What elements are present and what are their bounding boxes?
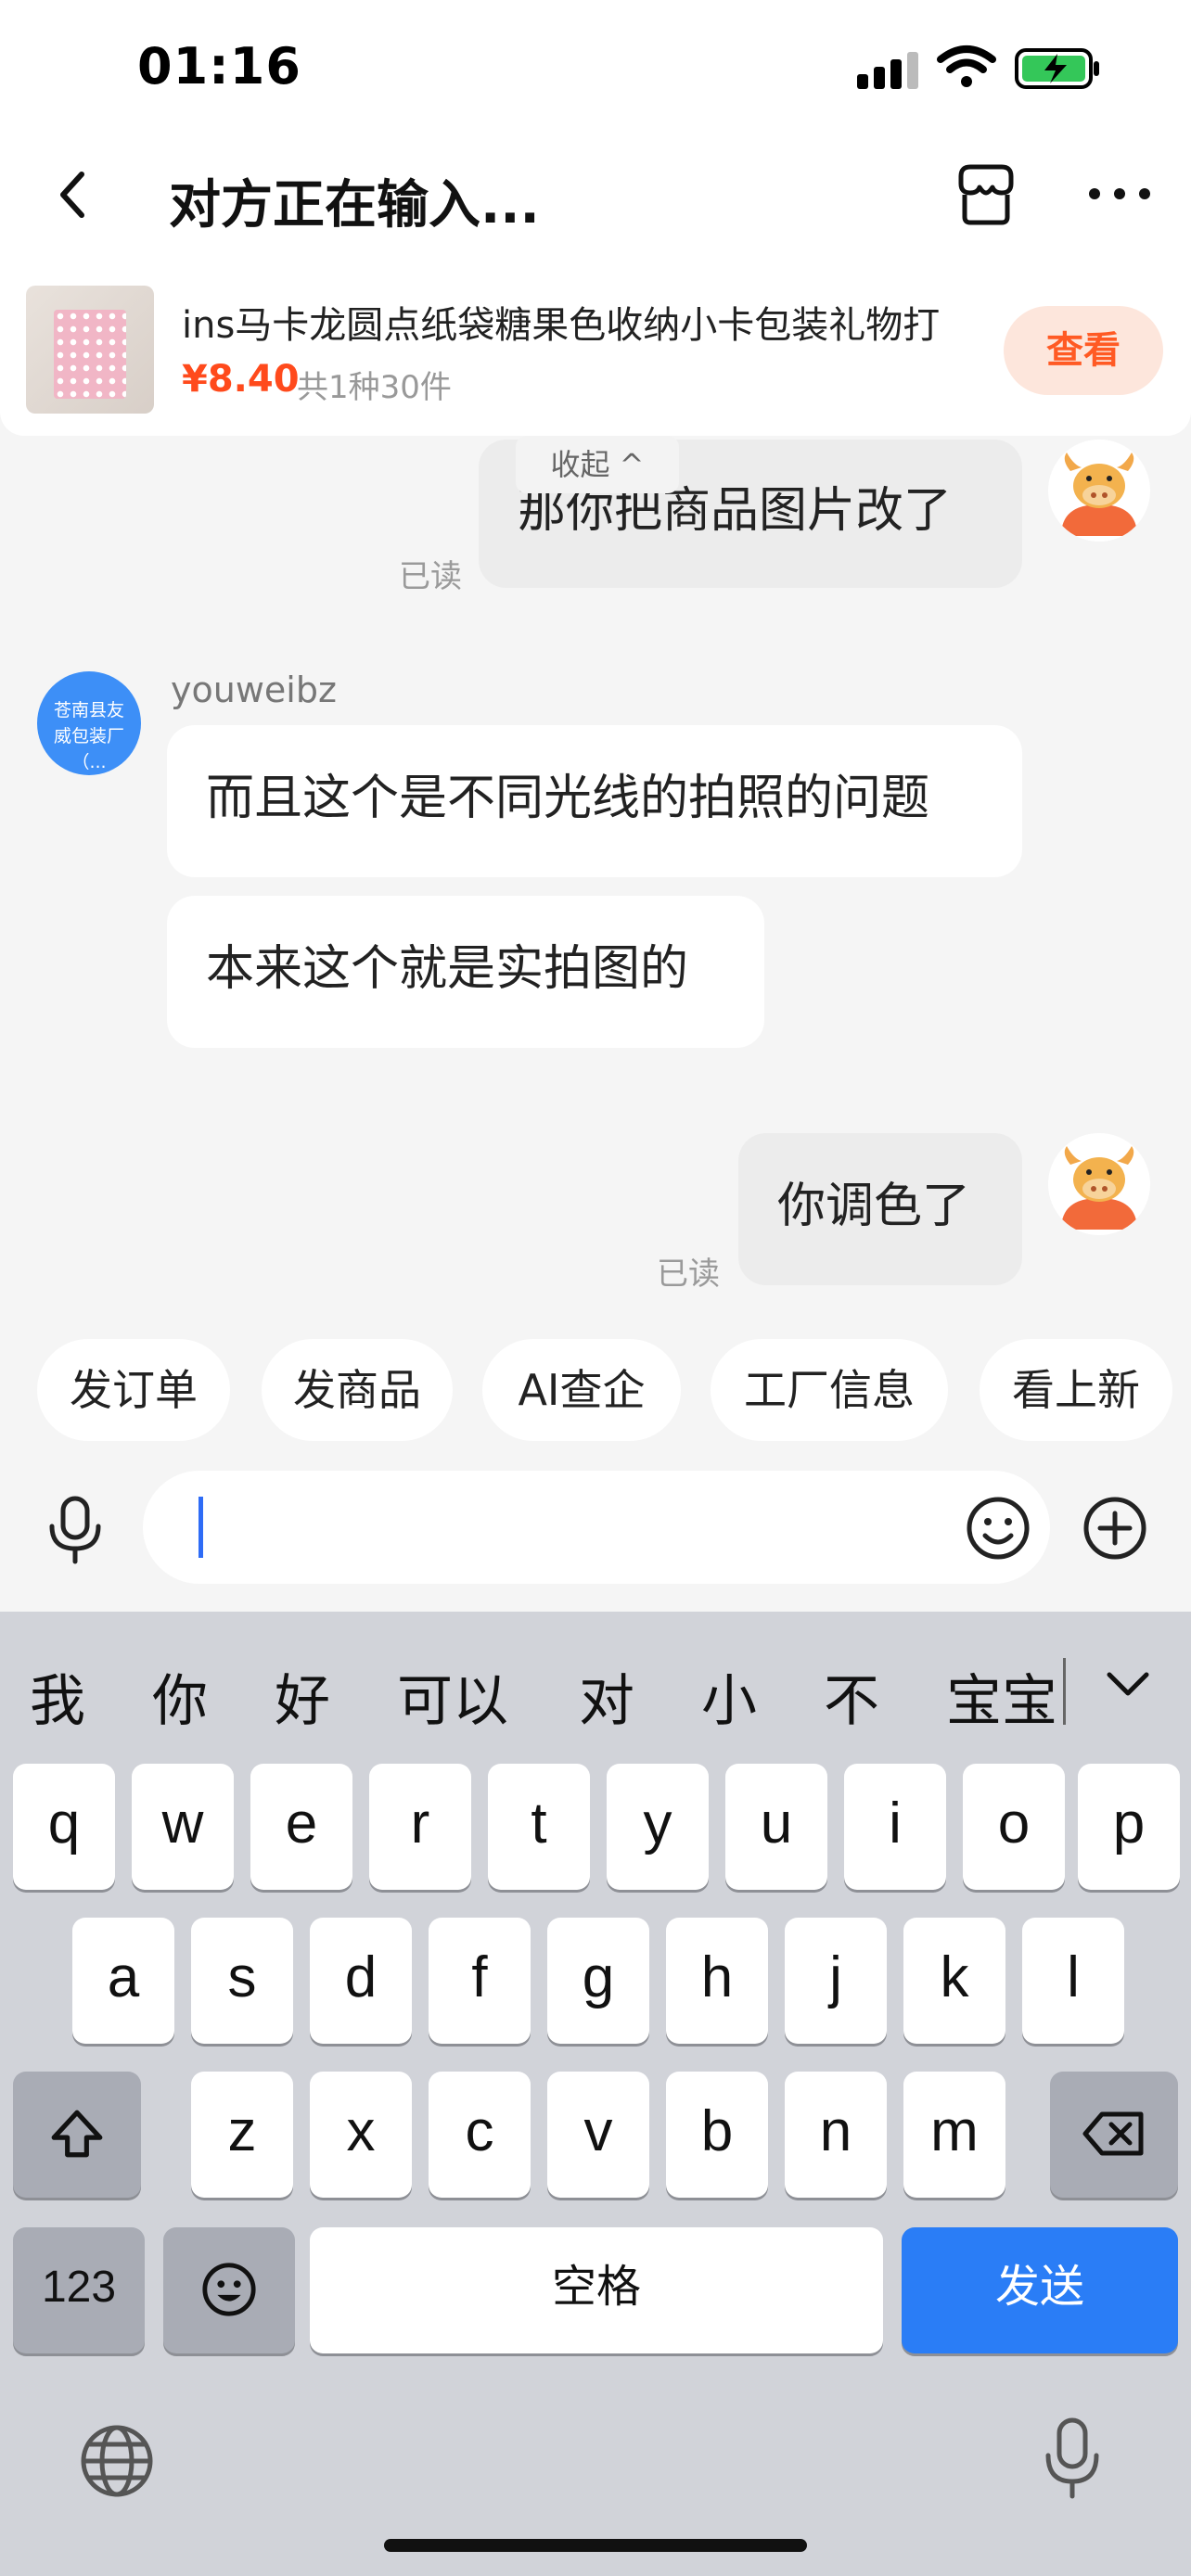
candidate-word[interactable]: 好: [275, 1656, 330, 1737]
key-q[interactable]: q: [13, 1764, 115, 1890]
back-icon[interactable]: [50, 167, 96, 223]
key-b[interactable]: b: [666, 2072, 768, 2198]
sender-name: youweibz: [171, 670, 337, 710]
candidate-word[interactable]: 你: [152, 1656, 208, 1737]
chevron-down-icon[interactable]: [1100, 1656, 1156, 1712]
read-status: 已读: [399, 558, 462, 595]
key-i[interactable]: i: [844, 1764, 946, 1890]
key-e[interactable]: e: [250, 1764, 352, 1890]
key-l[interactable]: l: [1022, 1918, 1124, 2044]
space-key[interactable]: 空格: [310, 2227, 883, 2353]
key-v[interactable]: v: [547, 2072, 649, 2198]
product-card[interactable]: ins马卡龙圆点纸袋糖果色收纳小卡包装礼物打 ¥8.40 共1种30件 查看: [0, 260, 1191, 436]
view-product-button[interactable]: 查看: [1004, 306, 1163, 395]
key-u[interactable]: u: [725, 1764, 827, 1890]
collapse-button[interactable]: 收起 ^: [516, 436, 679, 493]
emoji-icon[interactable]: [965, 1495, 1031, 1562]
chip-new-arrivals[interactable]: 看上新: [980, 1339, 1172, 1441]
product-thumbnail: [26, 286, 154, 414]
cellular-signal-icon: [857, 52, 920, 89]
my-avatar[interactable]: [1048, 1133, 1150, 1235]
send-key[interactable]: 发送: [902, 2227, 1178, 2353]
message-bubble[interactable]: 而且这个是不同光线的拍照的问题: [167, 725, 1022, 877]
text-caret: [198, 1497, 203, 1558]
dictation-mic-icon[interactable]: [1043, 2417, 1102, 2500]
candidate-word[interactable]: 对: [579, 1656, 634, 1737]
message-bubble[interactable]: 本来这个就是实拍图的: [167, 896, 764, 1048]
key-p[interactable]: p: [1078, 1764, 1180, 1890]
key-a[interactable]: a: [72, 1918, 174, 2044]
contact-avatar[interactable]: 苍南县友威包装厂（...: [37, 671, 141, 775]
key-k[interactable]: k: [903, 1918, 1005, 2044]
emoji-key[interactable]: [163, 2227, 295, 2353]
shift-icon: [51, 2110, 103, 2158]
voice-input-icon[interactable]: [45, 1495, 106, 1565]
key-j[interactable]: j: [785, 1918, 887, 2044]
chat-header: 对方正在输入...: [0, 139, 1191, 260]
product-quantity: 共1种30件: [297, 369, 452, 406]
candidate-word[interactable]: 可以: [397, 1656, 508, 1737]
status-bar: 01:16: [0, 0, 1191, 139]
key-m[interactable]: m: [903, 2072, 1005, 2198]
message-text: 你调色了: [777, 1179, 971, 1234]
key-y[interactable]: y: [607, 1764, 709, 1890]
chip-ai-company-check[interactable]: AI查企: [482, 1339, 681, 1441]
product-price: ¥8.40: [182, 358, 300, 401]
candidate-word[interactable]: 小: [701, 1656, 757, 1737]
key-x[interactable]: x: [310, 2072, 412, 2198]
message-input[interactable]: [143, 1471, 1050, 1584]
key-g[interactable]: g: [547, 1918, 649, 2044]
more-icon[interactable]: [1085, 180, 1154, 208]
wifi-icon: [937, 45, 996, 87]
key-r[interactable]: r: [369, 1764, 471, 1890]
home-indicator: [384, 2539, 807, 2552]
my-avatar[interactable]: [1048, 440, 1150, 542]
key-s[interactable]: s: [191, 1918, 293, 2044]
key-o[interactable]: o: [963, 1764, 1065, 1890]
key-w[interactable]: w: [132, 1764, 234, 1890]
contact-avatar-text: 苍南县友威包装厂（...: [53, 700, 124, 772]
backspace-icon: [1082, 2111, 1144, 2156]
chip-factory-info[interactable]: 工厂信息: [711, 1339, 948, 1441]
key-d[interactable]: d: [310, 1918, 412, 2044]
delete-key[interactable]: [1050, 2072, 1178, 2198]
product-name: ins马卡龙圆点纸袋糖果色收纳小卡包装礼物打: [182, 304, 941, 347]
read-status: 已读: [657, 1256, 720, 1293]
shop-icon[interactable]: [952, 159, 1020, 228]
page-title: 对方正在输入...: [169, 175, 540, 236]
message-bubble[interactable]: 你调色了: [738, 1133, 1022, 1285]
candidate-word[interactable]: 不: [824, 1656, 879, 1737]
key-f[interactable]: f: [429, 1918, 531, 2044]
chip-send-order[interactable]: 发订单: [37, 1339, 230, 1441]
candidate-divider: [1063, 1658, 1066, 1725]
candidate-word[interactable]: 宝宝: [946, 1656, 1057, 1737]
key-t[interactable]: t: [488, 1764, 590, 1890]
emoji-icon: [202, 2263, 256, 2316]
message-text: 本来这个就是实拍图的: [206, 941, 689, 997]
key-z[interactable]: z: [191, 2072, 293, 2198]
keyboard: 我 你 好 可以 对 小 不 宝宝 q w e r t y u i o p a …: [0, 1612, 1191, 2576]
status-time: 01:16: [137, 37, 301, 96]
key-n[interactable]: n: [785, 2072, 887, 2198]
battery-charging-icon: [1015, 48, 1099, 89]
globe-icon[interactable]: [78, 2422, 156, 2500]
key-h[interactable]: h: [666, 1918, 768, 2044]
chip-send-product[interactable]: 发商品: [262, 1339, 453, 1441]
message-text: 而且这个是不同光线的拍照的问题: [206, 771, 930, 826]
plus-icon[interactable]: [1082, 1495, 1148, 1562]
numbers-key[interactable]: 123: [13, 2227, 145, 2353]
candidate-word[interactable]: 我: [30, 1656, 85, 1737]
shift-key[interactable]: [13, 2072, 141, 2198]
key-c[interactable]: c: [429, 2072, 531, 2198]
